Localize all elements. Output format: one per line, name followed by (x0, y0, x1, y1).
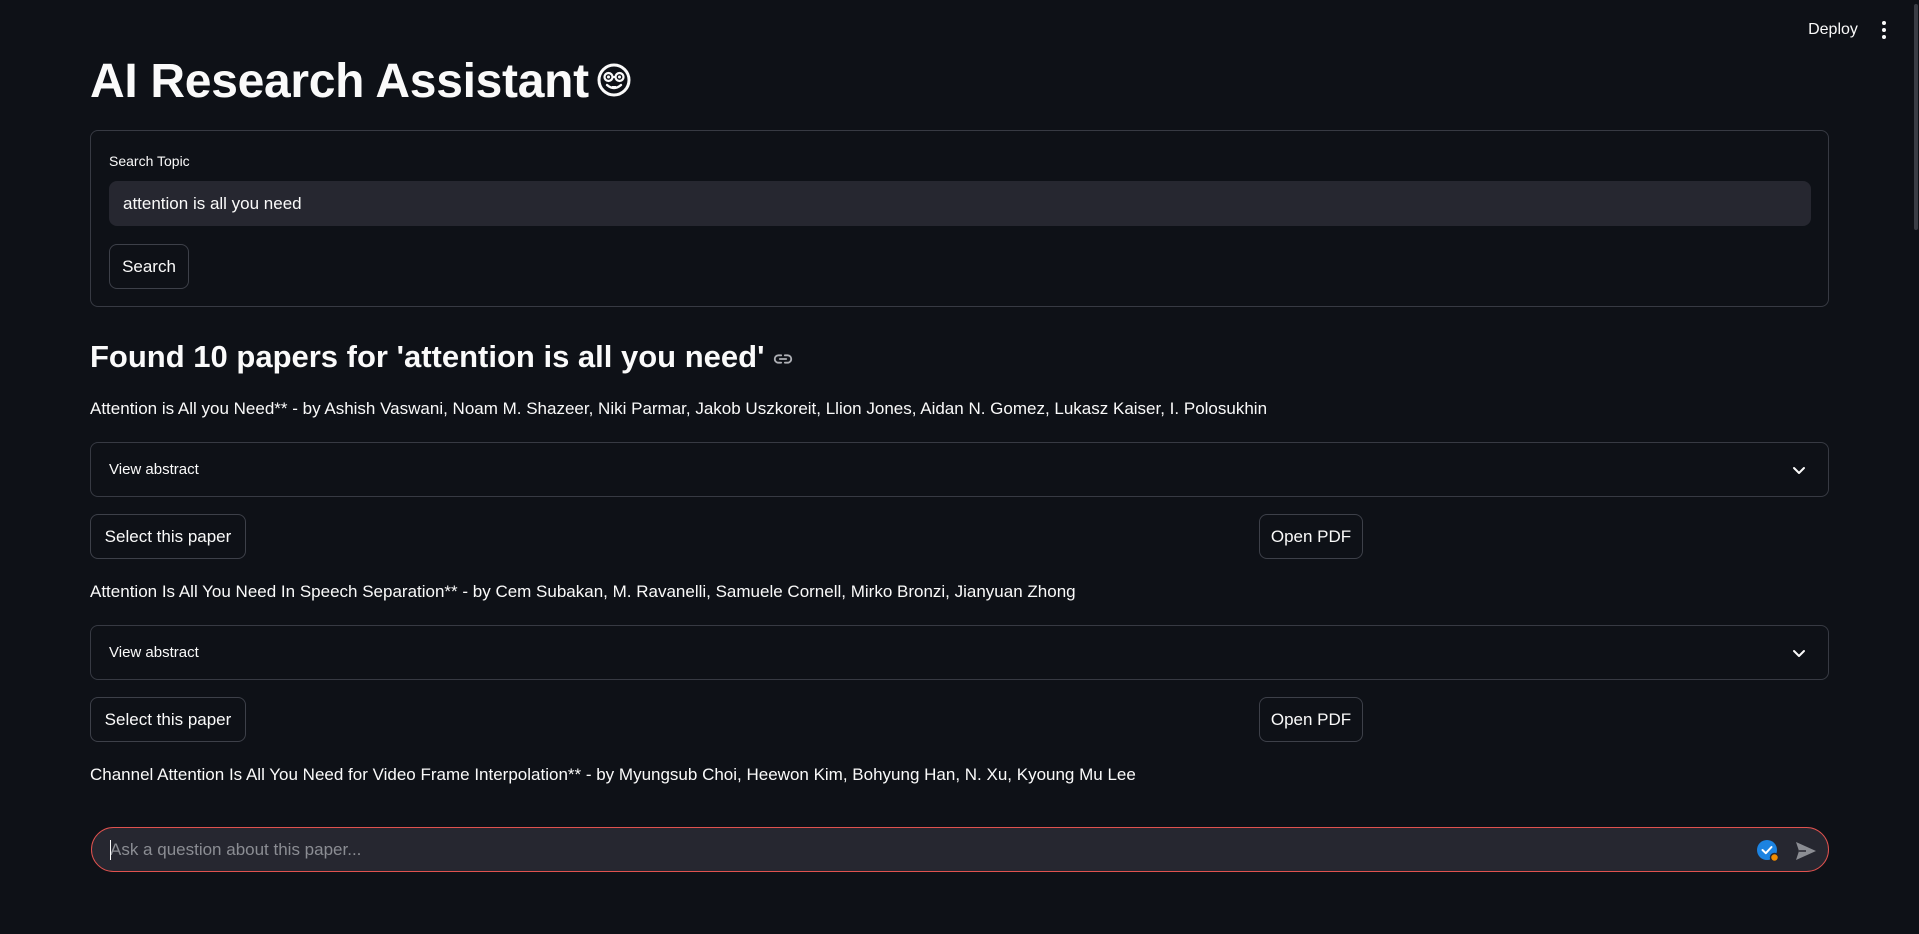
open-pdf-button-2[interactable]: Open PDF (1259, 697, 1363, 742)
paper-title-2: Attention Is All You Need In Speech Sepa… (90, 582, 1076, 601)
nerd-face-emoji-icon (597, 63, 631, 97)
paper-title-1: Attention is All you Need** - by Ashish … (90, 399, 1268, 418)
results-heading: Found 10 papers for 'attention is all yo… (90, 337, 794, 377)
page-title-text: AI Research Assistant (90, 55, 589, 108)
open-pdf-button-1[interactable]: Open PDF (1259, 514, 1363, 559)
chat-input-bar (91, 827, 1829, 872)
chevron-down-icon (1793, 650, 1805, 657)
paper-title-3: Channel Attention Is All You Need for Vi… (90, 765, 1136, 784)
chevron-down-icon (1793, 467, 1805, 474)
expander-label: View abstract (109, 461, 199, 478)
search-form: Search Topic Search (90, 130, 1829, 307)
search-button[interactable]: Search (109, 244, 189, 289)
chat-question-input[interactable] (110, 828, 1730, 871)
link-icon[interactable] (772, 348, 794, 370)
deploy-button[interactable]: Deploy (1797, 18, 1869, 42)
checkmark-badge-icon (1757, 840, 1780, 863)
select-paper-button-1[interactable]: Select this paper (90, 514, 246, 559)
view-abstract-expander-1[interactable]: View abstract (90, 442, 1829, 497)
search-topic-label: Search Topic (109, 153, 190, 169)
send-icon (1796, 842, 1816, 860)
search-topic-input[interactable] (109, 181, 1811, 226)
main-menu-button[interactable] (1870, 16, 1898, 44)
page-scrollbar[interactable] (1913, 0, 1919, 934)
expander-label: View abstract (109, 644, 199, 661)
page-title: AI Research Assistant (90, 50, 631, 114)
vertical-dots-icon (1882, 21, 1886, 39)
view-abstract-expander-2[interactable]: View abstract (90, 625, 1829, 680)
scrollbar-thumb[interactable] (1914, 4, 1918, 230)
results-heading-text: Found 10 papers for 'attention is all yo… (90, 339, 765, 374)
select-paper-button-2[interactable]: Select this paper (90, 697, 246, 742)
send-button[interactable] (1792, 837, 1820, 865)
text-cursor (110, 840, 111, 860)
